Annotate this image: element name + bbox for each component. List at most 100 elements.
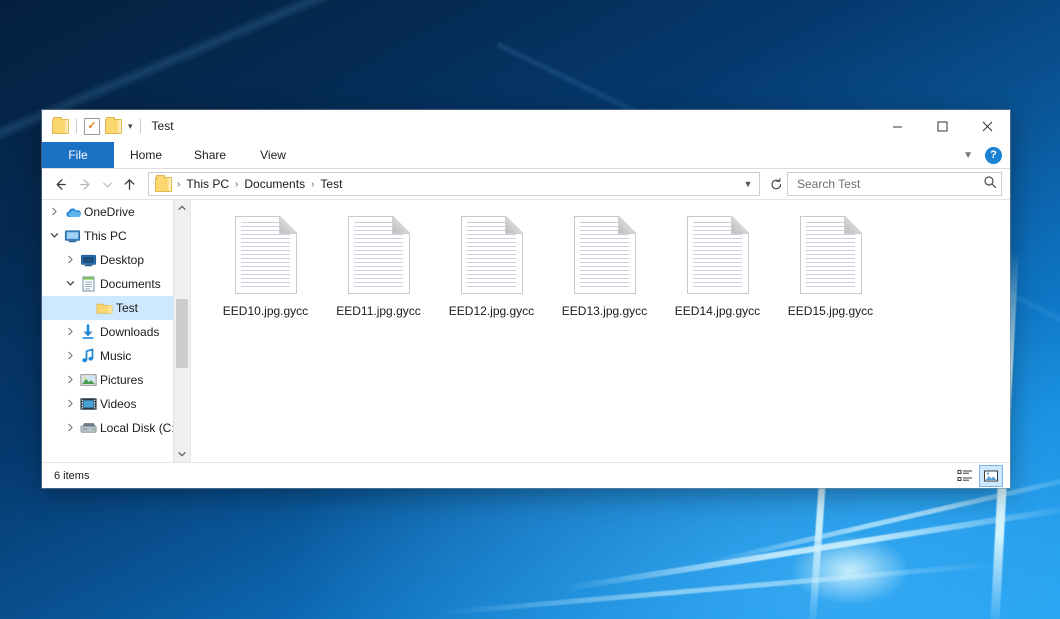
document-folded-corner: [392, 216, 410, 234]
wallpaper-glow: [790, 535, 910, 605]
breadcrumb-item-documents[interactable]: Documents: [239, 177, 310, 191]
chevron-down-icon[interactable]: [46, 231, 62, 242]
file-item[interactable]: EED11.jpg.gycc: [322, 214, 435, 342]
navigation-pane: OneDrive This PC Desktop Documents Test Downl…: [42, 200, 191, 462]
file-item[interactable]: EED15.jpg.gycc: [774, 214, 887, 342]
refresh-icon[interactable]: [765, 173, 787, 195]
sidebar-item-label: Downloads: [98, 325, 159, 339]
scroll-up-icon[interactable]: [174, 200, 190, 216]
sidebar-item-label: This PC: [82, 229, 127, 243]
document-folded-corner: [731, 216, 749, 234]
generic-document-icon: [235, 216, 297, 294]
search-icon[interactable]: [983, 175, 997, 194]
file-name-label: EED10.jpg.gycc: [220, 303, 311, 319]
help-button[interactable]: ?: [985, 147, 1002, 164]
close-icon[interactable]: [965, 110, 1010, 142]
sidebar-item-onedrive[interactable]: OneDrive: [42, 200, 190, 224]
chevron-right-icon[interactable]: [62, 327, 78, 338]
navigation-pane-scrollbar[interactable]: [173, 200, 190, 462]
file-name-label: EED11.jpg.gycc: [333, 303, 424, 319]
generic-document-icon: [687, 216, 749, 294]
chevron-down-icon[interactable]: ▼: [739, 179, 757, 189]
recent-locations-button[interactable]: [98, 172, 117, 197]
search-input[interactable]: [795, 176, 983, 192]
minimize-icon[interactable]: [875, 110, 920, 142]
chevron-right-icon[interactable]: [62, 351, 78, 362]
file-item[interactable]: EED10.jpg.gycc: [209, 214, 322, 342]
folder-icon[interactable]: [52, 119, 69, 134]
breadcrumb-item-this-pc[interactable]: This PC: [181, 177, 234, 191]
file-name-label: EED14.jpg.gycc: [672, 303, 763, 319]
address-bar-row: › This PC › Documents › Test ▼: [42, 169, 1010, 199]
chevron-down-icon[interactable]: [62, 279, 78, 290]
tab-view[interactable]: View: [242, 142, 304, 168]
window-body: OneDrive This PC Desktop Documents Test Downl…: [42, 199, 1010, 462]
chevron-down-icon[interactable]: ▾: [128, 121, 133, 132]
scrollbar-track[interactable]: [174, 216, 190, 446]
sidebar-item-videos[interactable]: Videos: [42, 392, 190, 416]
scrollbar-thumb[interactable]: [176, 299, 188, 368]
sidebar-item-downloads[interactable]: Downloads: [42, 320, 190, 344]
desktop-icon: [78, 253, 98, 268]
file-explorer-window: ✓ ▾ Test File Home Share View ▼ ?: [42, 110, 1010, 488]
generic-document-icon: [461, 216, 523, 294]
folder-icon: [94, 301, 114, 315]
sidebar-item-test[interactable]: Test: [42, 296, 190, 320]
generic-document-icon: [574, 216, 636, 294]
tab-file[interactable]: File: [42, 142, 114, 168]
sidebar-item-this-pc[interactable]: This PC: [42, 224, 190, 248]
status-bar: 6 items: [42, 462, 1010, 488]
sidebar-item-label: Pictures: [98, 373, 143, 387]
sidebar-item-label: OneDrive: [82, 205, 135, 219]
tab-share[interactable]: Share: [178, 142, 242, 168]
chevron-down-icon[interactable]: ▼: [959, 150, 977, 161]
properties-checkbox-icon[interactable]: ✓: [84, 118, 100, 135]
document-folded-corner: [844, 216, 862, 234]
chevron-right-icon[interactable]: [62, 399, 78, 410]
back-button[interactable]: [48, 172, 73, 197]
chevron-right-icon[interactable]: [46, 207, 62, 218]
thispc-icon: [62, 229, 82, 244]
tab-home[interactable]: Home: [114, 142, 178, 168]
search-box[interactable]: [787, 172, 1002, 196]
window-title: Test: [152, 119, 174, 133]
document-folded-corner: [618, 216, 636, 234]
sidebar-item-label: Test: [114, 301, 138, 315]
sidebar-item-pictures[interactable]: Pictures: [42, 368, 190, 392]
sidebar-item-label: Documents: [98, 277, 161, 291]
chevron-right-icon[interactable]: [62, 375, 78, 386]
file-item[interactable]: EED14.jpg.gycc: [661, 214, 774, 342]
folder-icon: [155, 177, 172, 192]
chevron-right-icon[interactable]: [62, 423, 78, 434]
address-bar[interactable]: › This PC › Documents › Test ▼: [148, 172, 760, 196]
new-folder-icon[interactable]: [105, 119, 122, 134]
sidebar-item-label: Local Disk (C:): [98, 421, 179, 435]
file-list-view[interactable]: EED10.jpg.gycc EED11.jpg.gycc EED12.jpg.gy…: [191, 200, 1010, 462]
pictures-icon: [78, 373, 98, 387]
details-view-icon[interactable]: [954, 466, 976, 486]
music-icon: [78, 348, 98, 364]
forward-button[interactable]: [73, 172, 98, 197]
file-item[interactable]: EED12.jpg.gycc: [435, 214, 548, 342]
document-folded-corner: [279, 216, 297, 234]
sidebar-item-label: Desktop: [98, 253, 144, 267]
breadcrumb-item-test[interactable]: Test: [315, 177, 347, 191]
file-name-label: EED13.jpg.gycc: [559, 303, 650, 319]
chevron-right-icon[interactable]: [62, 255, 78, 266]
view-mode-buttons: [954, 466, 1002, 486]
videos-icon: [78, 397, 98, 411]
file-name-label: EED15.jpg.gycc: [785, 303, 876, 319]
scroll-down-icon[interactable]: [174, 446, 190, 462]
maximize-icon[interactable]: [920, 110, 965, 142]
sidebar-item-music[interactable]: Music: [42, 344, 190, 368]
item-count-label: 6 items: [54, 470, 89, 482]
generic-document-icon: [800, 216, 862, 294]
sidebar-item-local-disk-c[interactable]: Local Disk (C:): [42, 416, 190, 440]
up-button[interactable]: [117, 172, 142, 197]
sidebar-item-desktop[interactable]: Desktop: [42, 248, 190, 272]
document-folded-corner: [505, 216, 523, 234]
sidebar-item-documents[interactable]: Documents: [42, 272, 190, 296]
file-item[interactable]: EED13.jpg.gycc: [548, 214, 661, 342]
large-icons-view-icon[interactable]: [980, 466, 1002, 486]
downloads-icon: [78, 324, 98, 340]
